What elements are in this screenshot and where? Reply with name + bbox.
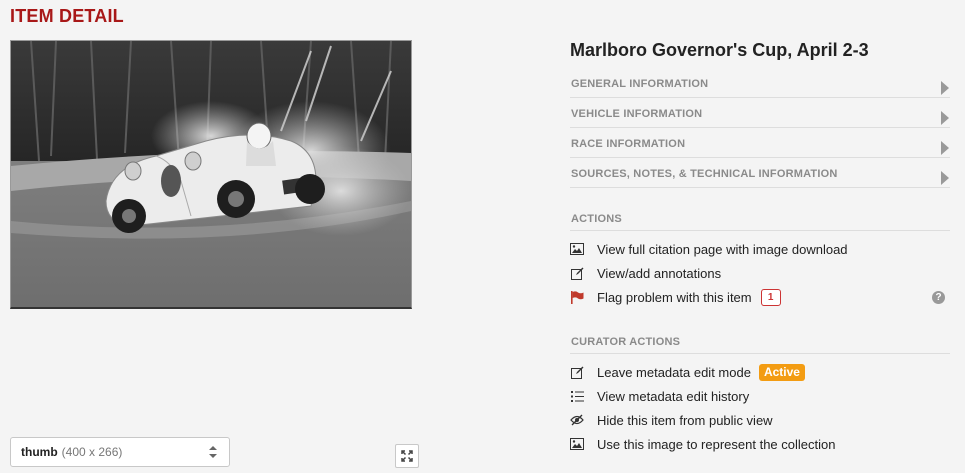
action-label: View full citation page with image downl… — [597, 241, 848, 257]
select-arrows-icon — [209, 446, 217, 458]
fullscreen-button[interactable] — [395, 444, 419, 468]
view-annotations-action[interactable]: View/add annotations — [570, 263, 721, 283]
action-label: Leave metadata edit mode — [597, 364, 751, 380]
curator-actions-heading: CURATOR ACTIONS — [570, 330, 950, 354]
view-citation-action[interactable]: View full citation page with image downl… — [570, 239, 848, 259]
expand-icon — [401, 450, 413, 462]
expand-arrow-icon — [941, 141, 949, 155]
accordion-vehicle-information[interactable]: VEHICLE INFORMATION — [570, 102, 950, 128]
expand-arrow-icon — [941, 81, 949, 95]
image-icon — [570, 437, 584, 451]
expand-arrow-icon — [941, 111, 949, 125]
eye-slash-icon — [570, 413, 584, 427]
action-label: Hide this item from public view — [597, 412, 773, 428]
item-photo[interactable] — [10, 40, 412, 309]
action-label: Use this image to represent the collecti… — [597, 436, 836, 452]
view-edit-history-action[interactable]: View metadata edit history — [570, 386, 749, 406]
list-icon — [570, 389, 584, 403]
help-icon[interactable]: ? — [932, 291, 945, 304]
pencil-icon — [570, 266, 584, 280]
hide-item-action[interactable]: Hide this item from public view — [570, 410, 773, 430]
image-size-label: thumb — [21, 445, 58, 459]
pencil-icon — [570, 365, 584, 379]
accordion-race-information[interactable]: RACE INFORMATION — [570, 132, 950, 158]
action-label: View metadata edit history — [597, 388, 750, 404]
accordion-label: RACE INFORMATION — [571, 138, 686, 150]
use-as-collection-image-action[interactable]: Use this image to represent the collecti… — [570, 434, 835, 454]
item-title: Marlboro Governor's Cup, April 2-3 — [570, 40, 869, 60]
image-size-dimensions: (400 x 266) — [61, 445, 123, 459]
image-icon — [570, 242, 584, 256]
leave-edit-mode-action[interactable]: Leave metadata edit mode Active — [570, 362, 805, 382]
accordion-sources-notes-technical[interactable]: SOURCES, NOTES, & TECHNICAL INFORMATION — [570, 162, 950, 188]
page-title: ITEM DETAIL — [10, 6, 124, 26]
flag-icon — [570, 290, 584, 304]
action-label: Flag problem with this item — [597, 289, 752, 305]
flag-problem-action[interactable]: Flag problem with this item 1 — [570, 287, 781, 307]
accordion-label: VEHICLE INFORMATION — [571, 108, 703, 120]
accordion-label: GENERAL INFORMATION — [571, 78, 709, 90]
image-size-select[interactable]: thumb (400 x 266) — [10, 437, 230, 467]
active-status-badge: Active — [758, 363, 805, 381]
expand-arrow-icon — [941, 171, 949, 185]
actions-heading: ACTIONS — [570, 207, 950, 231]
flag-count-badge: 1 — [760, 288, 781, 306]
action-label: View/add annotations — [597, 265, 722, 281]
race-car-photo — [11, 41, 411, 307]
accordion-label: SOURCES, NOTES, & TECHNICAL INFORMATION — [571, 168, 838, 180]
accordion-general-information[interactable]: GENERAL INFORMATION — [570, 72, 950, 98]
